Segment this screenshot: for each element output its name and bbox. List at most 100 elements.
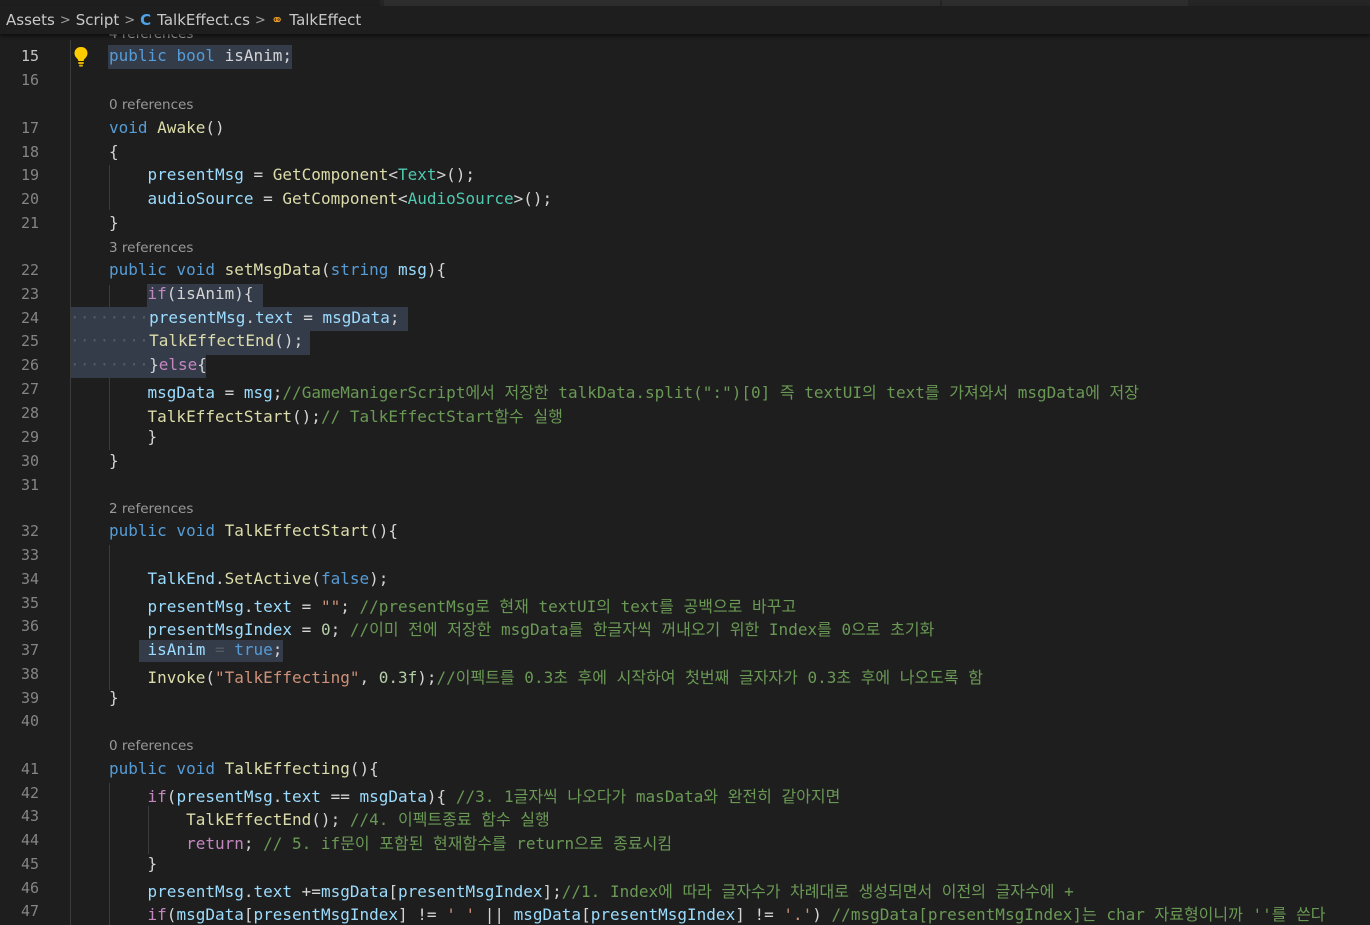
code-token: || [475, 905, 514, 924]
code-line[interactable]: msgData = msg;//GameManigerScript에서 저장한 … [109, 379, 1139, 403]
code-token: . [245, 308, 256, 327]
codelens-references[interactable]: 2 references [109, 501, 193, 517]
code-line[interactable]: } [109, 688, 119, 707]
code-token: TalkEffectStart [224, 521, 370, 540]
code-token: public [109, 46, 167, 65]
code-line[interactable]: { [109, 142, 119, 161]
code-token: //이미 전에 저장한 msgData를 한글자씩 꺼내오기 위한 Index를… [349, 620, 935, 639]
code-token: [ [388, 882, 399, 901]
line-number: 24 [20, 309, 40, 327]
line-number: 45 [20, 855, 40, 873]
line-number: 16 [20, 71, 40, 89]
breadcrumb-script[interactable]: Script [76, 11, 120, 29]
code-token: = [205, 640, 235, 659]
code-token: ' ' [446, 905, 476, 924]
code-line[interactable]: } [109, 451, 119, 470]
code-line[interactable]: } [109, 854, 158, 873]
code-token: { [197, 355, 207, 374]
code-line[interactable]: TalkEffectStart();// TalkEffectStart함수 실… [109, 403, 563, 427]
code-token: void [109, 118, 158, 137]
code-line[interactable]: ········}else{ [70, 355, 207, 374]
code-token: msgData [320, 882, 389, 901]
code-token: return [186, 834, 244, 853]
class-icon: ⚭ [270, 11, 284, 29]
codelens-references[interactable]: 0 references [109, 738, 193, 754]
line-number: 41 [20, 760, 40, 778]
code-line[interactable]: presentMsg.text +=msgData[presentMsgInde… [109, 878, 1074, 902]
codelens-references[interactable]: 3 references [109, 240, 193, 256]
code-token: ; [330, 620, 350, 639]
code-token: } [109, 213, 119, 232]
code-token: "" [320, 597, 341, 616]
code-line[interactable]: void Awake() [109, 118, 225, 137]
line-number: 34 [20, 570, 40, 588]
code-line[interactable]: if(isAnim){ [109, 284, 254, 303]
code-line[interactable]: TalkEnd.SetActive(false); [109, 569, 389, 588]
line-number: 18 [20, 143, 40, 161]
code-token: ; [389, 308, 400, 327]
code-token: >(); [513, 189, 553, 208]
code-line[interactable]: public void TalkEffecting(){ [109, 759, 379, 778]
code-token: "TalkEffecting" [214, 668, 360, 687]
code-token: } [109, 854, 158, 873]
code-line[interactable]: } [109, 213, 119, 232]
code-line[interactable]: isAnim = true; [109, 640, 283, 659]
code-token: ( [311, 569, 321, 588]
code-token: ; [272, 640, 283, 659]
code-line[interactable]: return; // 5. if문이 포함된 현재함수를 return으로 종료… [109, 830, 672, 854]
code-token: isAnim [109, 640, 206, 659]
code-token: } [149, 355, 159, 374]
code-line[interactable]: presentMsgIndex = 0; //이미 전에 저장한 msgData… [109, 616, 935, 640]
code-line[interactable]: Invoke("TalkEffecting", 0.3f);//이펙트를 0.3… [109, 664, 983, 688]
code-token: presentMsg [109, 165, 244, 184]
code-token: = [214, 383, 244, 402]
code-token: if [147, 284, 167, 303]
code-token: < [388, 165, 398, 184]
code-token: ; [272, 383, 283, 402]
code-line[interactable]: if(presentMsg.text == msgData){ //3. 1글자… [109, 783, 841, 807]
code-token: presentMsg [109, 597, 244, 616]
code-line[interactable]: public void TalkEffectStart(){ [109, 521, 398, 540]
code-line[interactable]: audioSource = GetComponent<AudioSource>(… [109, 189, 553, 208]
codelens-references[interactable]: 0 references [109, 97, 193, 113]
line-number: 28 [20, 404, 40, 422]
breadcrumb: Assets > Script > C TalkEffect.cs > ⚭ Ta… [0, 6, 1370, 34]
code-token: false [320, 569, 370, 588]
code-line[interactable]: } [109, 427, 158, 446]
code-line[interactable]: presentMsg.text = ""; //presentMsg로 현재 t… [109, 593, 797, 617]
code-token: text [282, 787, 321, 806]
code-token: () [205, 118, 225, 137]
code-token: else [158, 355, 198, 374]
code-line[interactable]: if(msgData[presentMsgIndex] != ' ' || ms… [109, 901, 1326, 925]
code-token: ) [812, 905, 832, 924]
code-token: ( [166, 905, 177, 924]
code-token: >(); [436, 165, 476, 184]
code-token: TalkEffectEnd [109, 810, 312, 829]
code-token: bool [176, 46, 215, 65]
code-token: ]; [542, 882, 562, 901]
code-token: TalkEffecting [224, 759, 350, 778]
code-token: isAnim; [224, 46, 293, 65]
line-number: 43 [20, 807, 40, 825]
code-token: = [293, 308, 323, 327]
code-token: ········ [70, 308, 150, 327]
breadcrumb-class[interactable]: TalkEffect [289, 11, 361, 29]
code-token: public void [109, 521, 225, 540]
line-number: 17 [20, 119, 40, 137]
code-line[interactable]: public void setMsgData(string msg){ [109, 260, 446, 279]
breadcrumb-assets[interactable]: Assets [6, 11, 55, 29]
code-token: msgData [359, 787, 427, 806]
code-token: 0 [320, 620, 331, 639]
lightbulb-icon[interactable] [73, 46, 89, 68]
chevron-right-icon: > [59, 12, 71, 28]
code-line[interactable]: public bool isAnim; [109, 46, 292, 65]
code-line[interactable]: ········TalkEffectEnd(); [70, 331, 303, 350]
code-token: [ [243, 905, 254, 924]
line-number: 38 [20, 665, 40, 683]
code-line[interactable]: presentMsg = GetComponent<Text>(); [109, 165, 476, 184]
code-line[interactable]: TalkEffectEnd(); //4. 이펙트종료 함수 실행 [109, 806, 550, 830]
code-token: GetComponent [282, 189, 398, 208]
breadcrumb-file[interactable]: TalkEffect.cs [157, 11, 250, 29]
code-line[interactable]: ········presentMsg.text = msgData; [70, 308, 400, 327]
